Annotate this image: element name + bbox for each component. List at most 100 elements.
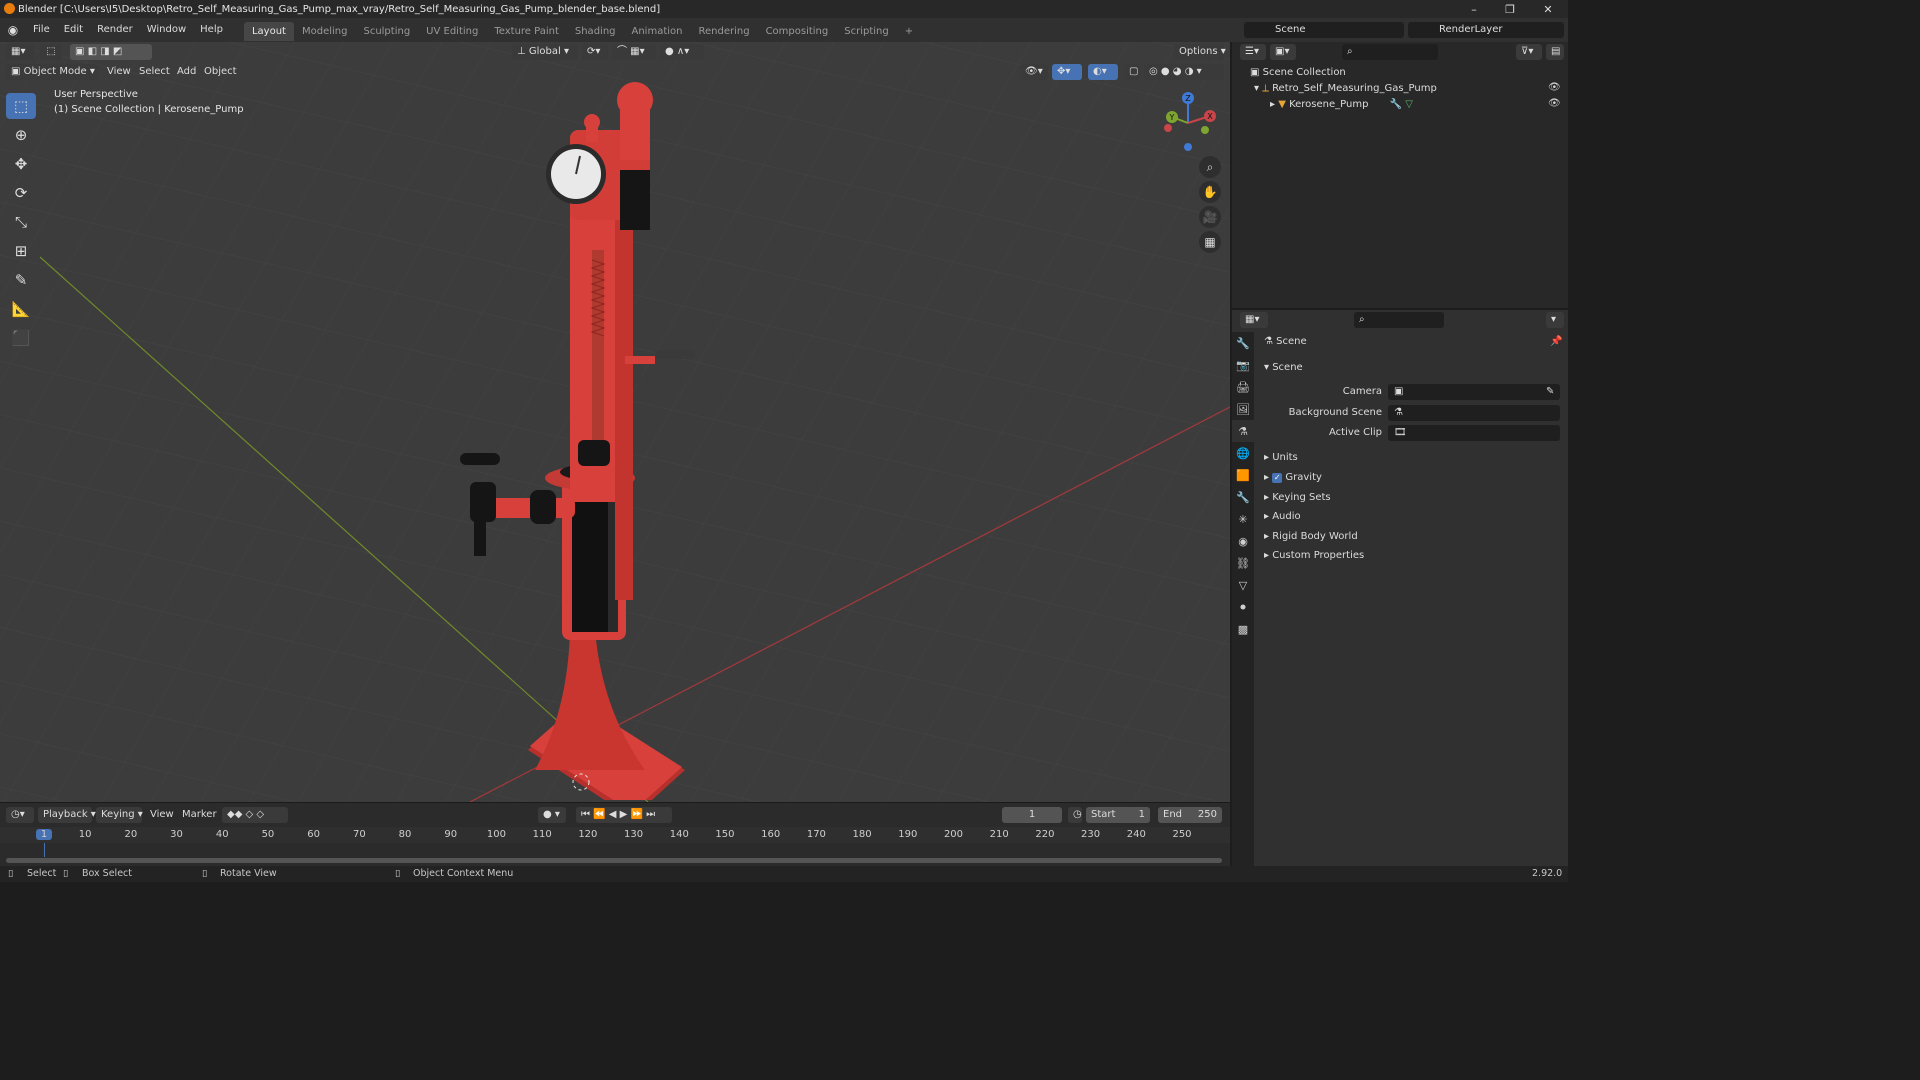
workspace-tab-scripting[interactable]: Scripting (836, 22, 896, 41)
annotate-tool-icon[interactable]: ✎ (6, 267, 36, 293)
timeline-editor-type-icon[interactable]: ◷▾ (6, 807, 34, 823)
active-clip-field[interactable]: 🎞 (1388, 425, 1560, 441)
timeline-menu-playback[interactable]: Playback ▾ (38, 807, 96, 823)
object-tab-icon[interactable]: 🟧 (1232, 464, 1254, 486)
proportional-edit-icon[interactable]: ● ∧▾ (660, 44, 704, 60)
world-tab-icon[interactable]: 🌐 (1232, 442, 1254, 464)
transform-tool-icon[interactable]: ⊞ (6, 238, 36, 264)
properties-options-icon[interactable]: ▾ (1546, 312, 1564, 328)
eyedropper-icon[interactable]: ✎ (1546, 386, 1554, 397)
display-mode-icon[interactable]: ▣▾ (1270, 44, 1296, 60)
visibility-eye-icon[interactable]: 👁 (1548, 98, 1561, 109)
timeline-menu-view[interactable]: View (150, 807, 174, 823)
end-frame-field[interactable]: End 250 (1158, 807, 1222, 823)
outliner-root[interactable]: ▣ Scene Collection (1250, 64, 1568, 82)
custom-properties-panel-header[interactable]: ▸ Custom Properties (1264, 550, 1364, 561)
audio-panel-header[interactable]: ▸ Audio (1264, 511, 1301, 522)
options-dropdown[interactable]: Options ▾ (1174, 44, 1226, 60)
transform-orientation-dropdown[interactable]: ⊥ Global ▾ (512, 44, 578, 60)
kerosene-pump-model[interactable] (420, 70, 720, 800)
selection-mode-icons[interactable]: ▣ ◧ ◨ ◩ (70, 44, 152, 60)
particles-tab-icon[interactable]: ✳ (1232, 508, 1254, 530)
zoom-icon[interactable]: ⌕ (1199, 156, 1221, 178)
add-workspace-button[interactable]: + (897, 22, 921, 41)
move-tool-icon[interactable]: ✥ (6, 151, 36, 177)
gravity-checkbox[interactable]: ✓ (1272, 473, 1283, 483)
3d-viewport[interactable]: ▦▾ ⬚ ▣ ◧ ◨ ◩ ⊥ Global ▾ ⟳▾ ⌒ ▦▾ ● ∧▾ Opt… (0, 42, 1230, 802)
menu-file[interactable]: File (26, 18, 57, 42)
start-frame-field[interactable]: Start 1 (1086, 807, 1150, 823)
viewport-menu-select[interactable]: Select (139, 64, 170, 80)
texture-tab-icon[interactable]: ▩ (1232, 618, 1254, 640)
visibility-eye-icon[interactable]: 👁 (1548, 82, 1561, 93)
properties-search-input[interactable]: ⌕ (1354, 312, 1444, 328)
modifier-tab-icon[interactable]: 🔧 (1232, 486, 1254, 508)
workspace-tab-sculpting[interactable]: Sculpting (355, 22, 418, 41)
frame-ruler[interactable]: 1 10 20 30 40 50 60 70 80 90 100 110 120 130 140 150 160… (0, 827, 1230, 843)
timeline-menu-keying[interactable]: Keying ▾ (96, 807, 143, 823)
workspace-tab-texture-paint[interactable]: Texture Paint (486, 22, 567, 41)
render-tab-icon[interactable]: 📷 (1232, 354, 1254, 376)
ortho-grid-icon[interactable]: ▦ (1199, 231, 1221, 253)
pin-icon[interactable]: 📌 (1550, 336, 1562, 347)
properties-editor-type-icon[interactable]: ▦▾ (1240, 312, 1268, 328)
data-tab-icon[interactable]: ▽ (1232, 574, 1254, 596)
constraints-tab-icon[interactable]: ⛓ (1232, 552, 1254, 574)
current-frame-field[interactable]: 1 (1002, 807, 1062, 823)
camera-field[interactable]: ▣ ✎ (1388, 384, 1560, 400)
physics-tab-icon[interactable]: ◉ (1232, 530, 1254, 552)
workspace-tab-shading[interactable]: Shading (567, 22, 624, 41)
output-tab-icon[interactable]: 🖨 (1232, 376, 1254, 398)
timeline-scrollbar[interactable] (6, 858, 1222, 863)
workspace-tab-modeling[interactable]: Modeling (294, 22, 356, 41)
scene-selector[interactable]: Scene (1244, 22, 1404, 38)
scene-panel-header[interactable]: ▾ Scene (1264, 362, 1303, 373)
outliner-item-pump-root[interactable]: ▾ ⟂ Retro_Self_Measuring_Gas_Pump (1254, 81, 1568, 97)
shading-mode-icons[interactable]: ◎ ● ◕ ◑ ▾ (1144, 64, 1224, 80)
pan-hand-icon[interactable]: ✋ (1199, 181, 1221, 203)
measure-tool-icon[interactable]: 📐 (6, 296, 36, 322)
workspace-tab-layout[interactable]: Layout (243, 22, 294, 41)
playback-controls[interactable]: ⏮ ⏪ ◀ ▶ ⏩ ⏭ (576, 807, 672, 823)
select-tool-icon[interactable]: ⬚ (40, 44, 62, 60)
units-panel-header[interactable]: ▸ Units (1264, 452, 1298, 463)
close-button[interactable]: ✕ (1530, 0, 1566, 18)
menu-window[interactable]: Window (140, 18, 193, 42)
snap-toggle-icon[interactable]: ⌒ ▦▾ (612, 44, 656, 60)
cursor-tool-icon[interactable]: ⊕ (6, 122, 36, 148)
pivot-point-icon[interactable]: ⟳▾ (582, 44, 608, 60)
scene-tab-icon[interactable]: ⚗ (1232, 420, 1254, 442)
editor-type-icon[interactable]: ▦▾ (6, 44, 34, 60)
background-scene-field[interactable]: ⚗ (1388, 405, 1560, 421)
scale-tool-icon[interactable]: ⤡ (6, 209, 36, 235)
filter-icon[interactable]: ⊽▾ (1516, 44, 1542, 60)
workspace-tab-compositing[interactable]: Compositing (758, 22, 837, 41)
tool-tab-icon[interactable]: 🔧 (1232, 332, 1254, 354)
xray-toggle-icon[interactable]: ▢ (1124, 64, 1140, 80)
viewport-menu-view[interactable]: View (107, 64, 131, 80)
menu-render[interactable]: Render (90, 18, 140, 42)
workspace-tab-uv-editing[interactable]: UV Editing (418, 22, 486, 41)
outliner-editor[interactable]: ☰▾ ▣▾ ⌕ ⊽▾ ▤ ▣ Scene Collection ▾ ⟂ Retr… (1232, 42, 1568, 308)
view-layer-selector[interactable]: RenderLayer (1408, 22, 1564, 38)
viewport-menu-add[interactable]: Add (177, 64, 196, 80)
viewport-menu-object[interactable]: Object (204, 64, 237, 80)
overlay-toggle-icon[interactable]: ◐▾ (1088, 64, 1118, 80)
keyframe-icons[interactable]: ◆◆ ◇ ◇ (222, 807, 288, 823)
minimize-button[interactable]: – (1456, 0, 1492, 18)
keying-sets-panel-header[interactable]: ▸ Keying Sets (1264, 492, 1331, 503)
select-box-tool-icon[interactable]: ⬚ (6, 93, 36, 119)
workspace-tab-rendering[interactable]: Rendering (690, 22, 757, 41)
object-mode-dropdown[interactable]: ▣ Object Mode ▾ (6, 64, 98, 80)
rotate-tool-icon[interactable]: ⟳ (6, 180, 36, 206)
blender-menu-icon[interactable]: ◉ (0, 23, 26, 37)
record-icon[interactable]: ● ▾ (538, 807, 566, 823)
add-cube-tool-icon[interactable]: ⬛ (6, 325, 36, 351)
workspace-tab-animation[interactable]: Animation (624, 22, 691, 41)
navigation-gizmo[interactable]: Z X Y (1155, 90, 1221, 156)
view-layer-tab-icon[interactable]: 🖼 (1232, 398, 1254, 420)
rigid-body-world-panel-header[interactable]: ▸ Rigid Body World (1264, 531, 1358, 542)
maximize-button[interactable]: ❐ (1492, 0, 1528, 18)
material-tab-icon[interactable]: ⚫ (1232, 596, 1254, 618)
outliner-search-input[interactable]: ⌕ (1342, 44, 1438, 60)
